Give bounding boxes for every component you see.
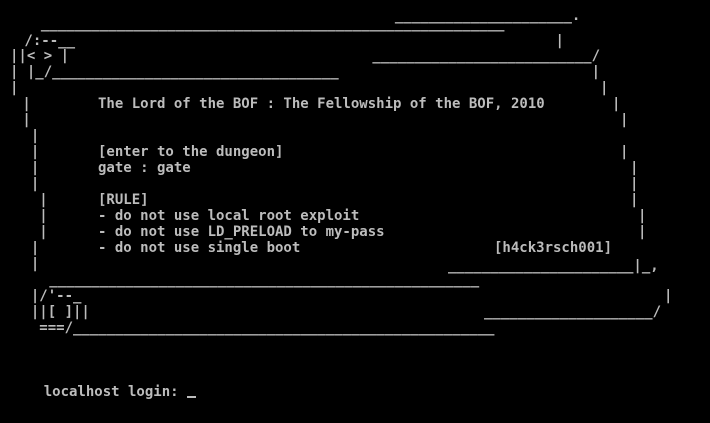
banner-frame-side-left: | <box>14 144 40 160</box>
banner-frame-side-left: | <box>14 160 40 176</box>
terminal-console[interactable]: _____________________. _________________… <box>0 0 710 423</box>
banner-frame-side-right: | <box>638 208 647 224</box>
text-cursor <box>187 396 197 398</box>
banner-line: [enter to the dungeon] <box>98 144 284 160</box>
banner-frame-line: ||< > | __________________________/ <box>10 48 601 64</box>
banner-frame-line: ________________________________________… <box>24 16 505 32</box>
banner-frame-bottom: |/'--_ <box>14 288 82 304</box>
banner-frame-side-left: | <box>14 224 48 240</box>
banner-frame-side-left: | <box>14 176 40 192</box>
banner-frame-side-left: | <box>14 208 48 224</box>
banner-signature: [h4ck3rsch001] <box>494 240 613 256</box>
banner-frame-bottom: ===/____________________________________… <box>14 320 495 336</box>
banner-frame-side-right: | <box>620 144 629 160</box>
banner-frame-side-right: | <box>638 224 647 240</box>
banner-frame-bottom: ________________________________________… <box>24 272 480 288</box>
banner-frame-side-right: | <box>620 112 629 128</box>
banner-frame-side-left: | <box>14 112 31 128</box>
banner-frame-line: /:--__ | <box>16 33 564 49</box>
banner-line: gate : gate <box>98 160 191 176</box>
banner-frame-side-right: ____________________/ <box>484 304 662 320</box>
banner-frame-side-right: | <box>630 160 639 176</box>
banner-frame-side-right: | <box>612 96 621 112</box>
banner-frame-line: | |_/__________________________________ … <box>10 64 601 80</box>
banner-line: - do not use local root exploit <box>98 208 360 224</box>
login-prompt-line[interactable]: localhost login: <box>10 368 197 416</box>
banner-line: [RULE] <box>98 192 149 208</box>
banner-line: - do not use LD_PRELOAD to my-pass <box>98 224 385 240</box>
banner-frame-side-left: | <box>14 256 40 272</box>
banner-frame-side-left: | <box>14 96 31 112</box>
banner-frame-side-left: | <box>14 240 40 256</box>
banner-frame-bottom: ||[ ]|| <box>14 304 90 320</box>
banner-title: The Lord of the BOF : The Fellowship of … <box>98 96 545 112</box>
banner-frame-side-right: | <box>630 176 639 192</box>
banner-frame-side-right: | <box>630 192 639 208</box>
banner-frame-side-right: | <box>664 288 673 304</box>
login-prompt-label: localhost login: <box>43 384 188 400</box>
banner-frame-line: | | <box>10 80 609 96</box>
banner-line: - do not use single boot <box>98 240 301 256</box>
banner-frame-side-right: ______________________|_, <box>448 258 659 274</box>
banner-frame-side-left: | <box>14 128 40 144</box>
banner-frame-side-left: | <box>14 192 48 208</box>
